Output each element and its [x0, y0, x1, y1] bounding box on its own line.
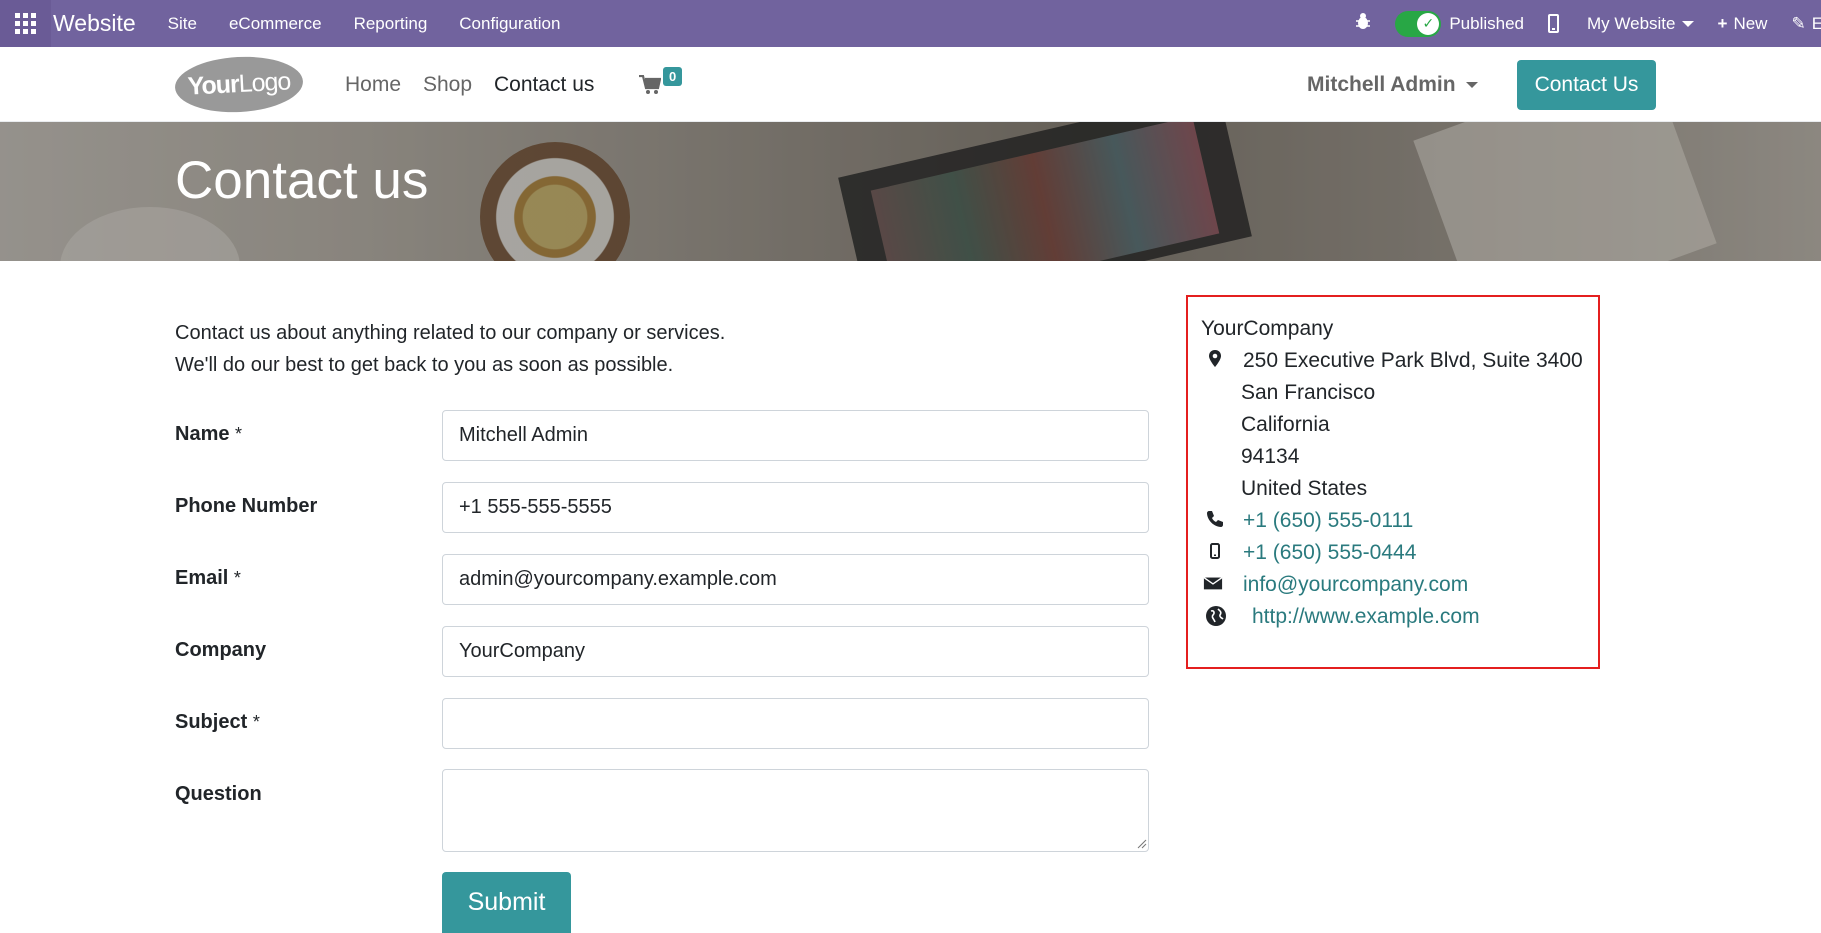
envelope-icon: [1203, 576, 1223, 590]
phone-input[interactable]: [442, 482, 1149, 533]
website-switcher[interactable]: My Website: [1587, 14, 1694, 34]
name-label: Name *: [175, 423, 242, 446]
required-mark: *: [235, 424, 243, 444]
cart-icon[interactable]: [639, 74, 662, 95]
subject-label: Subject *: [175, 711, 260, 734]
website-link[interactable]: http://www.example.com: [1252, 605, 1480, 629]
apps-menu-button[interactable]: [0, 0, 51, 47]
pencil-icon: ✎: [1791, 13, 1806, 33]
logo-text-light: Logo: [237, 67, 291, 98]
apps-grid-icon: [15, 13, 36, 34]
company-name: YourCompany: [1201, 317, 1334, 340]
admin-right-group: ✓ Published My Website +New ✎ Edit: [1355, 0, 1821, 47]
email-label-text: Email: [175, 567, 229, 589]
hero-banner: Contact us: [0, 122, 1821, 261]
plus-icon: +: [1717, 13, 1728, 33]
nav-contact-us[interactable]: Contact us: [494, 73, 594, 97]
required-mark: *: [252, 712, 260, 732]
subject-label-text: Subject: [175, 711, 248, 733]
chevron-down-icon: [1465, 82, 1478, 89]
debug-bug-icon[interactable]: [1355, 12, 1371, 35]
address-state: California: [1241, 413, 1330, 436]
menu-reporting[interactable]: Reporting: [354, 14, 428, 34]
user-menu[interactable]: Mitchell Admin: [1307, 73, 1478, 97]
phone-link[interactable]: +1 (650) 555-0111: [1243, 509, 1413, 533]
menu-ecommerce[interactable]: eCommerce: [229, 14, 322, 34]
website-switcher-label: My Website: [1587, 13, 1676, 33]
email-input[interactable]: [442, 554, 1149, 605]
globe-icon: [1206, 606, 1226, 626]
nav-shop[interactable]: Shop: [423, 73, 472, 97]
new-content-button[interactable]: + New: [1718, 14, 1768, 34]
chevron-down-icon: [1681, 21, 1694, 28]
email-label: Email *: [175, 567, 241, 590]
address-country: United States: [1241, 477, 1368, 500]
page-title: Contact us: [175, 151, 429, 210]
mobile-icon: [1210, 543, 1220, 559]
company-logo[interactable]: Your Logo: [173, 53, 305, 116]
intro-text: Contact us about anything related to our…: [175, 317, 725, 381]
company-input[interactable]: [442, 626, 1149, 677]
company-info-card: YourCompany 250 Executive Park Blvd, Sui…: [1186, 295, 1600, 669]
phone-icon: [1207, 511, 1223, 527]
website-header: Your Logo Home Shop Contact us 0 Mitchell…: [0, 47, 1821, 122]
address-city: San Francisco: [1241, 381, 1376, 404]
menu-configuration[interactable]: Configuration: [459, 14, 560, 34]
name-input[interactable]: [442, 410, 1149, 461]
logo-text-bold: Your: [186, 70, 240, 101]
menu-site[interactable]: Site: [168, 14, 197, 34]
subject-input[interactable]: [442, 698, 1149, 749]
publish-toggle[interactable]: ✓: [1395, 10, 1442, 37]
cart-count-badge: 0: [663, 67, 683, 86]
intro-line-2: We'll do our best to get back to you as …: [175, 354, 674, 376]
question-textarea[interactable]: [442, 769, 1149, 852]
address-street: 250 Executive Park Blvd, Suite 3400: [1243, 349, 1583, 372]
company-label: Company: [175, 639, 267, 661]
mobile-preview-icon[interactable]: [1548, 14, 1559, 33]
email-link[interactable]: info@yourcompany.com: [1243, 573, 1468, 597]
published-label[interactable]: Published: [1449, 14, 1524, 34]
user-name: Mitchell Admin: [1307, 73, 1456, 96]
phone-label: Phone Number: [175, 495, 318, 517]
name-label-text: Name: [175, 423, 230, 445]
admin-navbar: Website Site eCommerce Reporting Configu…: [0, 0, 1821, 47]
nav-home[interactable]: Home: [345, 73, 401, 97]
resize-handle-icon[interactable]: [1137, 839, 1147, 849]
contact-us-button[interactable]: Contact Us: [1517, 60, 1656, 110]
map-marker-icon: [1209, 350, 1221, 367]
question-label: Question: [175, 783, 262, 805]
address-zip: 94134: [1241, 445, 1300, 468]
new-label: New: [1733, 13, 1768, 33]
app-brand[interactable]: Website: [53, 10, 136, 37]
required-mark: *: [233, 568, 241, 588]
edit-page-button[interactable]: ✎ Edit: [1791, 14, 1821, 34]
submit-button[interactable]: Submit: [442, 872, 571, 933]
edit-label: Edit: [1811, 13, 1821, 33]
mobile-link[interactable]: +1 (650) 555-0444: [1243, 541, 1416, 565]
check-icon: ✓: [1417, 12, 1440, 35]
intro-line-1: Contact us about anything related to our…: [175, 322, 726, 344]
